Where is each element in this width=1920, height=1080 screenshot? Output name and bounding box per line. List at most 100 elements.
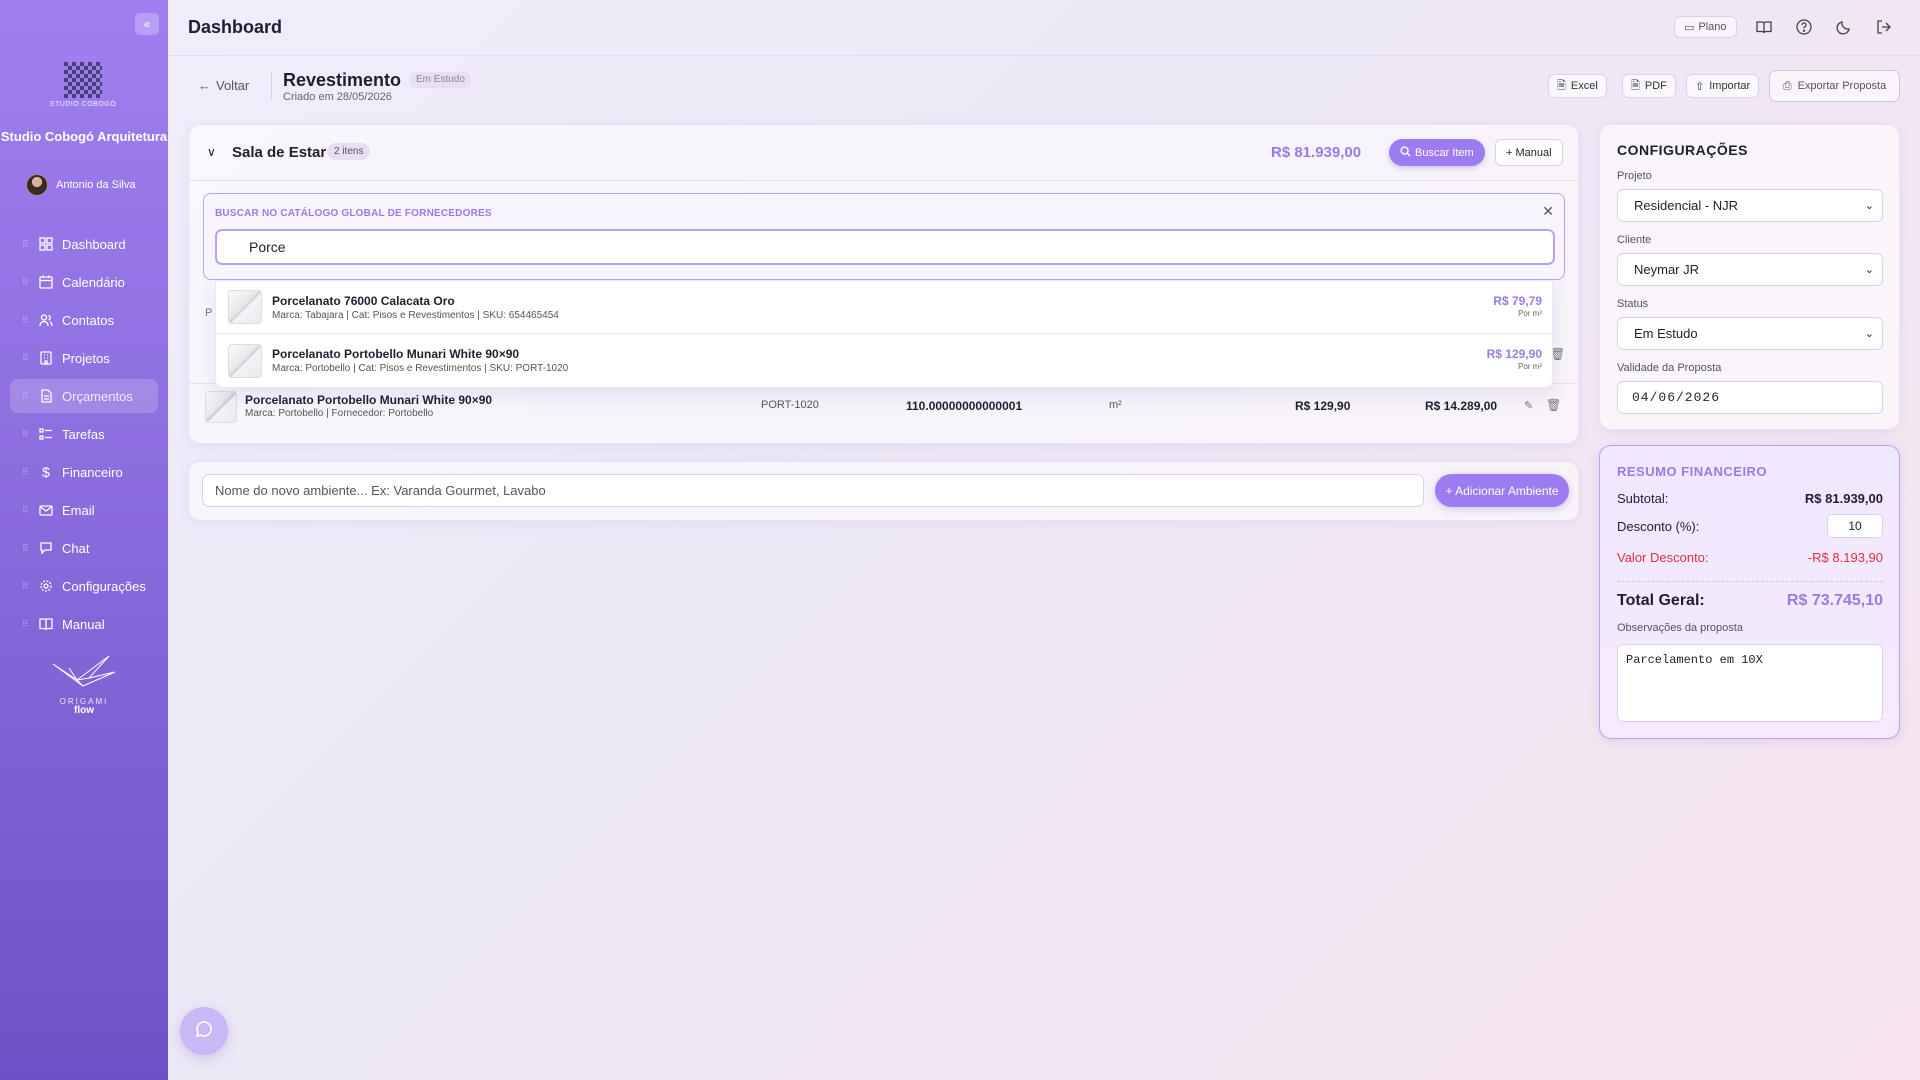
result-unit: Por m² — [1518, 362, 1542, 371]
sidebar-item-chat[interactable]: ⠿ Chat — [10, 531, 158, 565]
user-profile[interactable]: Antonio da Silva — [26, 174, 136, 196]
moon-icon[interactable] — [1834, 17, 1854, 37]
observations-textarea[interactable]: Parcelamento em 10X — [1617, 644, 1883, 722]
file-icon: 🗎 — [1557, 79, 1566, 92]
project-label: Projeto — [1617, 170, 1652, 182]
drag-handle-icon[interactable]: ⠿ — [22, 581, 30, 592]
drag-handle-icon[interactable]: ⠿ — [22, 619, 30, 630]
import-label: Importar — [1709, 80, 1751, 92]
validity-label: Validade da Proposta — [1617, 362, 1722, 374]
calendar-icon — [38, 274, 54, 290]
chevron-down-icon: ⌄ — [1864, 264, 1874, 276]
search-result-item[interactable]: Porcelanato Portobello Munari White 90×9… — [216, 334, 1552, 387]
add-environment-button[interactable]: + Adicionar Ambiente — [1435, 474, 1569, 507]
export-proposal-button[interactable]: ⎙ Exportar Proposta — [1769, 70, 1900, 102]
catalog-search-panel: BUSCAR NO CATÁLOGO GLOBAL DE FORNECEDORE… — [203, 193, 1565, 280]
back-button[interactable]: ← Voltar — [198, 78, 249, 93]
status-badge: Em Estudo — [410, 72, 471, 88]
sidebar-item-projects[interactable]: ⠿ Projetos — [10, 341, 158, 375]
drag-handle-icon[interactable]: ⠿ — [22, 505, 30, 516]
search-results-dropdown: Porcelanato 76000 Calacata Oro Marca: Ta… — [215, 280, 1553, 388]
status-label: Status — [1617, 298, 1649, 310]
plan-button[interactable]: ▭ Plano — [1674, 16, 1737, 38]
upload-icon: ⇧ — [1695, 80, 1705, 93]
new-environment-card: + Adicionar Ambiente — [188, 461, 1579, 521]
catalog-search-input[interactable] — [215, 229, 1555, 265]
drag-handle-icon[interactable]: ⠿ — [22, 353, 30, 364]
discount-amount-value: -R$ 8.193,90 — [1807, 550, 1883, 565]
sidebar-item-calendar[interactable]: ⠿ Calendário — [10, 265, 158, 299]
item-total: R$ 14.289,00 — [1425, 399, 1498, 413]
origami-logo-flow: flow — [74, 705, 94, 716]
chat-fab-button[interactable] — [180, 1007, 228, 1055]
sidebar-item-tasks[interactable]: ⠿ Tarefas — [10, 417, 158, 451]
drag-handle-icon[interactable]: ⠿ — [22, 391, 30, 402]
sidebar-item-contacts[interactable]: ⠿ Contatos — [10, 303, 158, 337]
item-quantity[interactable]: 110.00000000000001 — [906, 399, 1022, 413]
close-icon[interactable]: ✕ — [1542, 203, 1554, 220]
discount-amount-row: Valor Desconto: -R$ 8.193,90 — [1617, 550, 1883, 565]
result-meta: Marca: Tabajara | Cat: Pisos e Revestime… — [272, 309, 559, 321]
search-item-button[interactable]: Buscar Item — [1389, 139, 1485, 166]
page-title: Dashboard — [188, 17, 283, 37]
file-icon: 🗎 — [1631, 79, 1640, 92]
new-environment-input[interactable] — [202, 474, 1424, 507]
chevron-down-icon[interactable]: ∨ — [207, 145, 216, 159]
drag-handle-icon[interactable]: ⠿ — [22, 277, 30, 288]
mail-icon — [38, 502, 54, 518]
gear-icon — [38, 578, 54, 594]
result-price: R$ 129,90 — [1486, 347, 1542, 361]
sidebar-item-finance[interactable]: ⠿ $ Financeiro — [10, 455, 158, 489]
sidebar-item-email[interactable]: ⠿ Email — [10, 493, 158, 527]
item-name: Porcelanato Portobello Munari White 90×9… — [245, 393, 493, 407]
result-name: Porcelanato 76000 Calacata Oro — [272, 293, 455, 308]
room-card: ∨ Sala de Estar 2 itens R$ 81.939,00 Bus… — [188, 124, 1579, 444]
sidebar-item-manual[interactable]: ⠿ Manual — [10, 607, 158, 641]
drag-handle-icon[interactable]: ⠿ — [22, 467, 30, 478]
sidebar-item-budgets[interactable]: ⠿ Orçamentos — [10, 379, 158, 413]
discount-label: Desconto (%): — [1617, 518, 1700, 534]
document-title: Revestimento — [283, 70, 402, 90]
list-icon — [38, 426, 54, 442]
sidebar-item-label: Configurações — [62, 578, 146, 594]
sidebar-item-label: Email — [62, 502, 95, 518]
observations-label: Observações da proposta — [1617, 622, 1743, 634]
divider — [271, 72, 272, 100]
sidebar-item-dashboard[interactable]: ⠿ Dashboard — [10, 227, 158, 261]
help-icon[interactable] — [1794, 17, 1814, 37]
status-select[interactable]: Em Estudo ⌄ — [1617, 317, 1883, 350]
import-button[interactable]: ⇧ Importar — [1686, 74, 1760, 98]
discount-input[interactable]: 10 — [1827, 514, 1883, 538]
project-select[interactable]: Residencial - NJR ⌄ — [1617, 189, 1883, 222]
book-open-icon[interactable] — [1754, 17, 1774, 37]
sidebar-item-label: Contatos — [62, 312, 115, 328]
chat-icon — [38, 540, 54, 556]
sidebar-nav: ⠿ Dashboard ⠿ Calendário ⠿ Contatos ⠿ Pr… — [10, 227, 158, 645]
drag-handle-icon[interactable]: ⠿ — [22, 315, 30, 326]
sidebar-item-label: Orçamentos — [62, 388, 133, 404]
drag-handle-icon[interactable]: ⠿ — [22, 543, 30, 554]
trash-icon[interactable]: 🗑 — [1546, 398, 1561, 412]
sidebar-item-settings[interactable]: ⠿ Configurações — [10, 569, 158, 603]
manual-item-button[interactable]: + Manual — [1495, 139, 1563, 166]
result-unit: Por m² — [1518, 309, 1542, 318]
item-sku: PORT-1020 — [761, 399, 819, 411]
total-label: Total Geral: — [1617, 592, 1705, 609]
client-select[interactable]: Neymar JR ⌄ — [1617, 253, 1883, 286]
drag-handle-icon[interactable]: ⠿ — [22, 429, 30, 440]
collapse-sidebar-button[interactable]: « — [135, 13, 159, 35]
room-total: R$ 81.939,00 — [1271, 144, 1362, 161]
pdf-button[interactable]: 🗎 PDF — [1622, 74, 1676, 98]
financial-summary-title: RESUMO FINANCEIRO — [1617, 464, 1768, 479]
logout-icon[interactable] — [1874, 17, 1894, 37]
product-thumbnail — [205, 391, 237, 423]
validity-date-input[interactable]: 04/06/2026 — [1617, 381, 1883, 414]
users-icon — [38, 312, 54, 328]
excel-button[interactable]: 🗎 Excel — [1548, 74, 1607, 98]
search-result-item[interactable]: Porcelanato 76000 Calacata Oro Marca: Ta… — [216, 281, 1552, 334]
result-price: R$ 79,79 — [1493, 294, 1542, 308]
plan-label: Plano — [1698, 21, 1727, 33]
drag-handle-icon[interactable]: ⠿ — [22, 239, 30, 250]
catalog-search-label: BUSCAR NO CATÁLOGO GLOBAL DE FORNECEDORE… — [215, 208, 492, 219]
edit-icon[interactable]: ✎ — [1524, 399, 1533, 412]
